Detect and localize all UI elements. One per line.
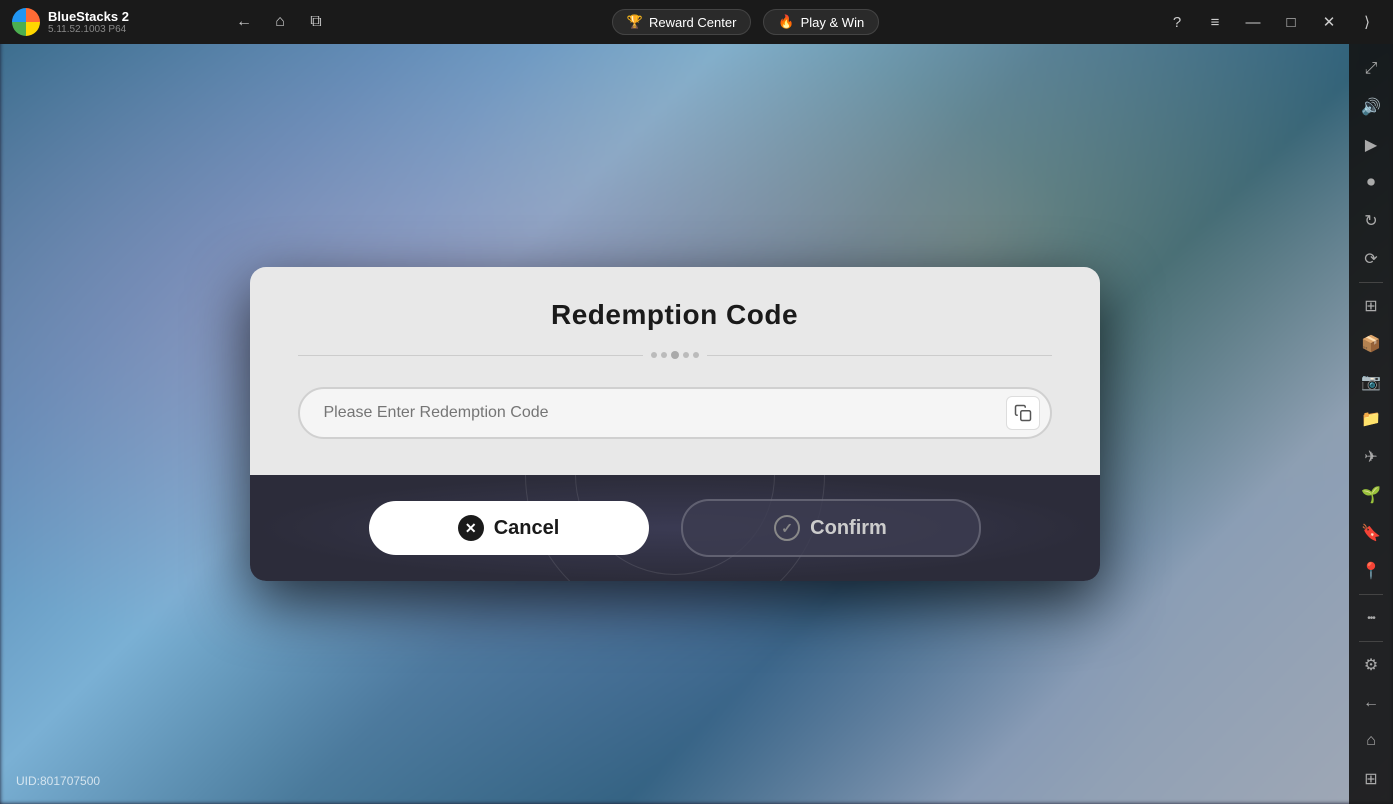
close-button[interactable]: ✕ (1311, 4, 1347, 40)
sidebar-divider-1 (1359, 282, 1383, 283)
topbar: BlueStacks 2 5.11.52.1003 P64 ← ⌂ ⧉ 🏆 Re… (0, 0, 1393, 44)
redemption-code-input[interactable] (298, 387, 1052, 439)
package-icon[interactable]: 📦 (1353, 327, 1389, 361)
app-info: BlueStacks 2 5.11.52.1003 P64 (0, 8, 220, 36)
divider-dot-2 (661, 352, 667, 358)
record-icon[interactable]: ⏺ (1353, 166, 1389, 200)
right-sidebar: ⤢ 🔊 ▶ ⏺ ↻ ⟳ ⊞ 📦 📷 📁 ✈ 🌱 🔖 📍 ••• ⚙ ← ⌂ ⊞ (1349, 44, 1393, 804)
divider-dot-1 (651, 352, 657, 358)
help-button[interactable]: ? (1159, 4, 1195, 40)
play-emoji: 🔥 (778, 14, 794, 30)
redemption-dialog: Redemption Code (250, 267, 1100, 581)
dialog-divider (298, 351, 1052, 359)
divider-dots (651, 351, 699, 359)
reward-emoji: 🏆 (627, 14, 643, 30)
sidebar-divider-3 (1359, 641, 1383, 642)
location-icon[interactable]: 📍 (1353, 554, 1389, 588)
cancel-button[interactable]: ✕ Cancel (369, 501, 649, 555)
refresh-icon[interactable]: ⟳ (1353, 242, 1389, 276)
minimize-button[interactable]: — (1235, 4, 1271, 40)
paste-button[interactable] (1006, 396, 1040, 430)
divider-dot-3 (683, 352, 689, 358)
volume-icon[interactable]: 🔊 (1353, 90, 1389, 124)
confirm-label: Confirm (810, 517, 887, 540)
modal-overlay: Redemption Code (0, 44, 1349, 804)
bluestacks-logo (12, 8, 40, 36)
divider-right (707, 355, 1052, 356)
divider-dot-center (671, 351, 679, 359)
input-wrapper (298, 387, 1052, 439)
menu-button[interactable]: ≡ (1197, 4, 1233, 40)
eco-icon[interactable]: 🌱 (1353, 478, 1389, 512)
app-name-block: BlueStacks 2 5.11.52.1003 P64 (48, 9, 129, 36)
bookmark-icon[interactable]: 🔖 (1353, 516, 1389, 550)
confirm-button[interactable]: ✓ Confirm (681, 499, 981, 557)
app-name: BlueStacks 2 (48, 9, 129, 25)
fullscreen-icon[interactable]: ⤢ (1353, 52, 1389, 86)
settings-icon[interactable]: ⚙ (1353, 648, 1389, 682)
window-controls: ? ≡ — □ ✕ ⟩ (1151, 4, 1393, 40)
apps-icon[interactable]: ⊞ (1353, 289, 1389, 323)
back-arrow-icon[interactable]: ← (1353, 686, 1389, 720)
play-win-button[interactable]: 🔥 Play & Win (763, 9, 879, 35)
app-version: 5.11.52.1003 P64 (48, 24, 129, 35)
home-sidebar-icon[interactable]: ⌂ (1353, 724, 1389, 758)
reward-center-label: Reward Center (649, 15, 736, 30)
rotate-icon[interactable]: ↻ (1353, 204, 1389, 238)
play-win-label: Play & Win (801, 15, 865, 30)
divider-dot-4 (693, 352, 699, 358)
dialog-bottom: ✕ Cancel ✓ Confirm (250, 475, 1100, 581)
more-icon[interactable]: ••• (1353, 601, 1389, 635)
sidebar-divider-2 (1359, 594, 1383, 595)
grid-icon[interactable]: ⊞ (1353, 762, 1389, 796)
home-button[interactable]: ⌂ (264, 6, 296, 38)
expand-button[interactable]: ⟩ (1349, 4, 1385, 40)
cancel-icon: ✕ (458, 515, 484, 541)
reward-center-button[interactable]: 🏆 Reward Center (612, 9, 752, 35)
confirm-icon: ✓ (774, 515, 800, 541)
folder-icon[interactable]: 📁 (1353, 403, 1389, 437)
cancel-label: Cancel (494, 517, 560, 540)
screenshot-icon[interactable]: 📷 (1353, 365, 1389, 399)
video-icon[interactable]: ▶ (1353, 128, 1389, 162)
nav-buttons: ← ⌂ ⧉ (220, 6, 340, 38)
maximize-button[interactable]: □ (1273, 4, 1309, 40)
back-button[interactable]: ← (228, 6, 260, 38)
topbar-center: 🏆 Reward Center 🔥 Play & Win (340, 9, 1151, 35)
airplane-icon[interactable]: ✈ (1353, 440, 1389, 474)
tabs-button[interactable]: ⧉ (300, 6, 332, 38)
divider-left (298, 355, 643, 356)
dialog-title: Redemption Code (298, 299, 1052, 331)
dialog-top: Redemption Code (250, 267, 1100, 475)
